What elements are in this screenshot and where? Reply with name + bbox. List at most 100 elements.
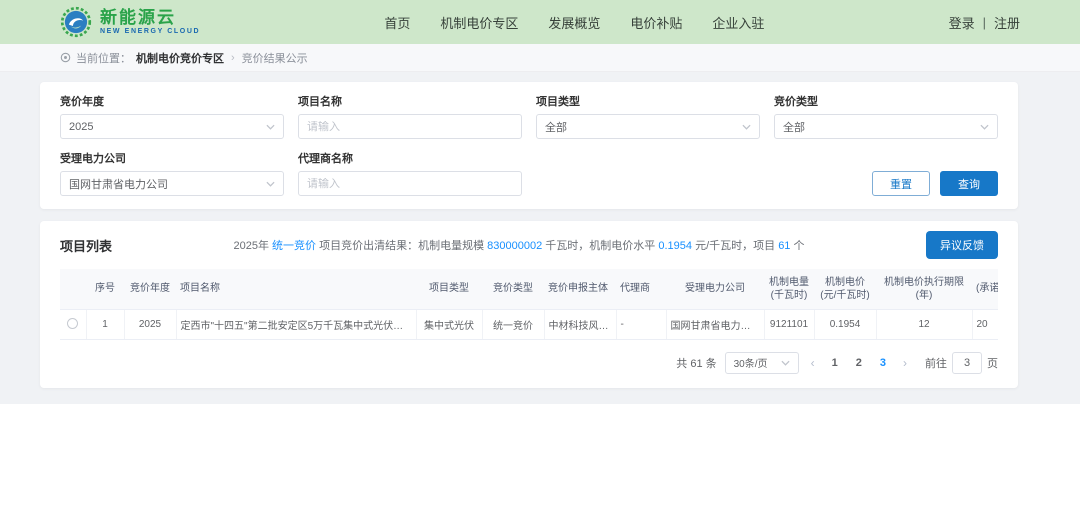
project-list-panel: 项目列表 2025年 统一竞价 项目竞价出清结果：机制电量规模 83000000… <box>40 221 1018 388</box>
power-company-label: 受理电力公司 <box>60 150 284 166</box>
power-company-value: 国网甘肃省电力公司 <box>69 176 168 192</box>
page-size-select[interactable]: 30条/页 <box>725 352 799 374</box>
cell-bidding-type: 统一竞价 <box>482 309 544 339</box>
reset-button[interactable]: 重置 <box>872 171 930 196</box>
nav-price-subsidy[interactable]: 电价补贴 <box>630 13 682 32</box>
radio-column-header <box>60 269 86 309</box>
bidding-type-select[interactable]: 全部 <box>774 114 998 139</box>
col-declaring-entity: 竞价申报主体 <box>544 269 616 309</box>
page-size-value: 30条/页 <box>734 355 768 370</box>
table-row: 1 2025 定西市"十四五"第二批安定区5万千瓦集中式光伏发电项目 集中式光伏… <box>60 309 998 339</box>
logo-subtitle: NEW ENERGY CLOUD <box>100 27 200 36</box>
field-bidding-year: 竞价年度 2025 <box>60 93 284 139</box>
col-commitment: (承诺 <box>972 269 998 309</box>
bidding-year-value: 2025 <box>69 121 93 133</box>
project-type-label: 项目类型 <box>536 93 760 109</box>
cell-agent: - <box>616 309 666 339</box>
cell-index: 1 <box>86 309 124 339</box>
power-company-select[interactable]: 国网甘肃省电力公司 <box>60 171 284 196</box>
page-button-1[interactable]: 1 <box>827 357 843 369</box>
register-link[interactable]: 注册 <box>994 13 1020 32</box>
goto-page-input[interactable] <box>952 352 982 374</box>
cell-mechanism-energy: 9121101 <box>764 309 814 339</box>
main-nav: 首页 机制电价专区 发展概览 电价补贴 企业入驻 <box>384 13 764 32</box>
field-agent-name: 代理商名称 <box>298 150 522 196</box>
nav-mechanism-price-zone[interactable]: 机制电价专区 <box>440 13 518 32</box>
bidding-type-label: 竞价类型 <box>774 93 998 109</box>
table-horizontal-scroll-area[interactable]: 序号 竞价年度 项目名称 项目类型 竞价类型 竞价申报主体 代理商 受理电力公司… <box>60 269 998 340</box>
field-project-type: 项目类型 全部 <box>536 93 760 139</box>
objection-feedback-button[interactable]: 异议反馈 <box>926 231 998 259</box>
cell-mechanism-price: 0.1954 <box>814 309 876 339</box>
chevron-down-icon <box>742 124 751 130</box>
project-type-value: 全部 <box>545 119 567 135</box>
col-bidding-year: 竞价年度 <box>124 269 176 309</box>
nav-development-overview[interactable]: 发展概览 <box>548 13 600 32</box>
project-name-label: 项目名称 <box>298 93 522 109</box>
clearing-result-summary: 2025年 统一竞价 项目竞价出清结果：机制电量规模 830000002 千瓦时… <box>112 237 926 253</box>
col-mechanism-price: 机制电价(元/千瓦时) <box>814 269 876 309</box>
col-project-name: 项目名称 <box>176 269 416 309</box>
cell-commitment: 20 <box>972 309 998 339</box>
breadcrumb-prefix: 当前位置： <box>76 50 131 66</box>
cell-declaring-entity: 中材科技风电... <box>544 309 616 339</box>
table-header-row: 序号 竞价年度 项目名称 项目类型 竞价类型 竞价申报主体 代理商 受理电力公司… <box>60 269 998 309</box>
project-name-input[interactable] <box>307 121 513 133</box>
next-page-button[interactable]: › <box>899 356 911 370</box>
bidding-type-value: 全部 <box>783 119 805 135</box>
agent-name-input[interactable] <box>307 178 513 190</box>
cell-execution-period: 12 <box>876 309 972 339</box>
list-title: 项目列表 <box>60 236 112 255</box>
col-mechanism-energy: 机制电量(千瓦时) <box>764 269 814 309</box>
prev-page-button[interactable]: ‹ <box>807 356 819 370</box>
col-bidding-type: 竞价类型 <box>482 269 544 309</box>
bidding-year-select[interactable]: 2025 <box>60 114 284 139</box>
breadcrumb-section-link[interactable]: 机制电价竞价专区 <box>136 50 224 66</box>
chevron-down-icon <box>781 360 790 366</box>
logo-title: 新能源云 <box>100 9 200 27</box>
chevron-down-icon <box>266 124 275 130</box>
cell-power-company: 国网甘肃省电力公司 <box>666 309 764 339</box>
filter-panel: 竞价年度 2025 项目名称 项目类型 全部 竞价类型 <box>40 82 1018 209</box>
agent-name-label: 代理商名称 <box>298 150 522 166</box>
field-project-name: 项目名称 <box>298 93 522 139</box>
col-agent: 代理商 <box>616 269 666 309</box>
col-project-type: 项目类型 <box>416 269 482 309</box>
page-button-2[interactable]: 2 <box>851 357 867 369</box>
location-icon <box>60 52 71 63</box>
pagination: 共 61 条 30条/页 ‹ 1 2 3 › 前往 页 <box>60 340 998 378</box>
summary-energy-scale: 830000002 <box>487 240 542 252</box>
search-button[interactable]: 查询 <box>940 171 998 196</box>
page-button-3-active[interactable]: 3 <box>875 357 891 369</box>
total-count: 共 61 条 <box>676 355 716 371</box>
breadcrumb: 当前位置： 机制电价竞价专区 › 竞价结果公示 <box>0 44 1080 72</box>
nav-home[interactable]: 首页 <box>384 13 410 32</box>
chevron-down-icon <box>266 181 275 187</box>
chevron-down-icon <box>980 124 989 130</box>
content-zone: 竞价年度 2025 项目名称 项目类型 全部 竞价类型 <box>0 72 1080 404</box>
project-type-select[interactable]: 全部 <box>536 114 760 139</box>
project-table: 序号 竞价年度 项目名称 项目类型 竞价类型 竞价申报主体 代理商 受理电力公司… <box>60 269 998 340</box>
cell-bidding-year: 2025 <box>124 309 176 339</box>
bidding-year-label: 竞价年度 <box>60 93 284 109</box>
row-radio-button[interactable] <box>67 318 78 329</box>
goto-suffix: 页 <box>987 355 998 371</box>
col-execution-period: 机制电价执行期限(年) <box>876 269 972 309</box>
top-header: 新能源云 NEW ENERGY CLOUD 首页 机制电价专区 发展概览 电价补… <box>0 0 1080 44</box>
goto-label: 前往 <box>925 355 947 371</box>
cell-project-type: 集中式光伏 <box>416 309 482 339</box>
summary-project-count: 61 <box>778 240 790 252</box>
nav-enterprise-join[interactable]: 企业入驻 <box>712 13 764 32</box>
cell-project-name: 定西市"十四五"第二批安定区5万千瓦集中式光伏发电项目 <box>176 309 416 339</box>
summary-price-level: 0.1954 <box>658 240 692 252</box>
col-power-company: 受理电力公司 <box>666 269 764 309</box>
logo: 新能源云 NEW ENERGY CLOUD <box>60 6 200 38</box>
field-power-company: 受理电力公司 国网甘肃省电力公司 <box>60 150 284 196</box>
col-index: 序号 <box>86 269 124 309</box>
breadcrumb-separator: › <box>231 52 235 64</box>
auth-divider: | <box>983 15 986 30</box>
field-bidding-type: 竞价类型 全部 <box>774 93 998 139</box>
logo-icon <box>60 6 92 38</box>
auth-links: 登录 | 注册 <box>949 13 1020 32</box>
login-link[interactable]: 登录 <box>949 13 975 32</box>
